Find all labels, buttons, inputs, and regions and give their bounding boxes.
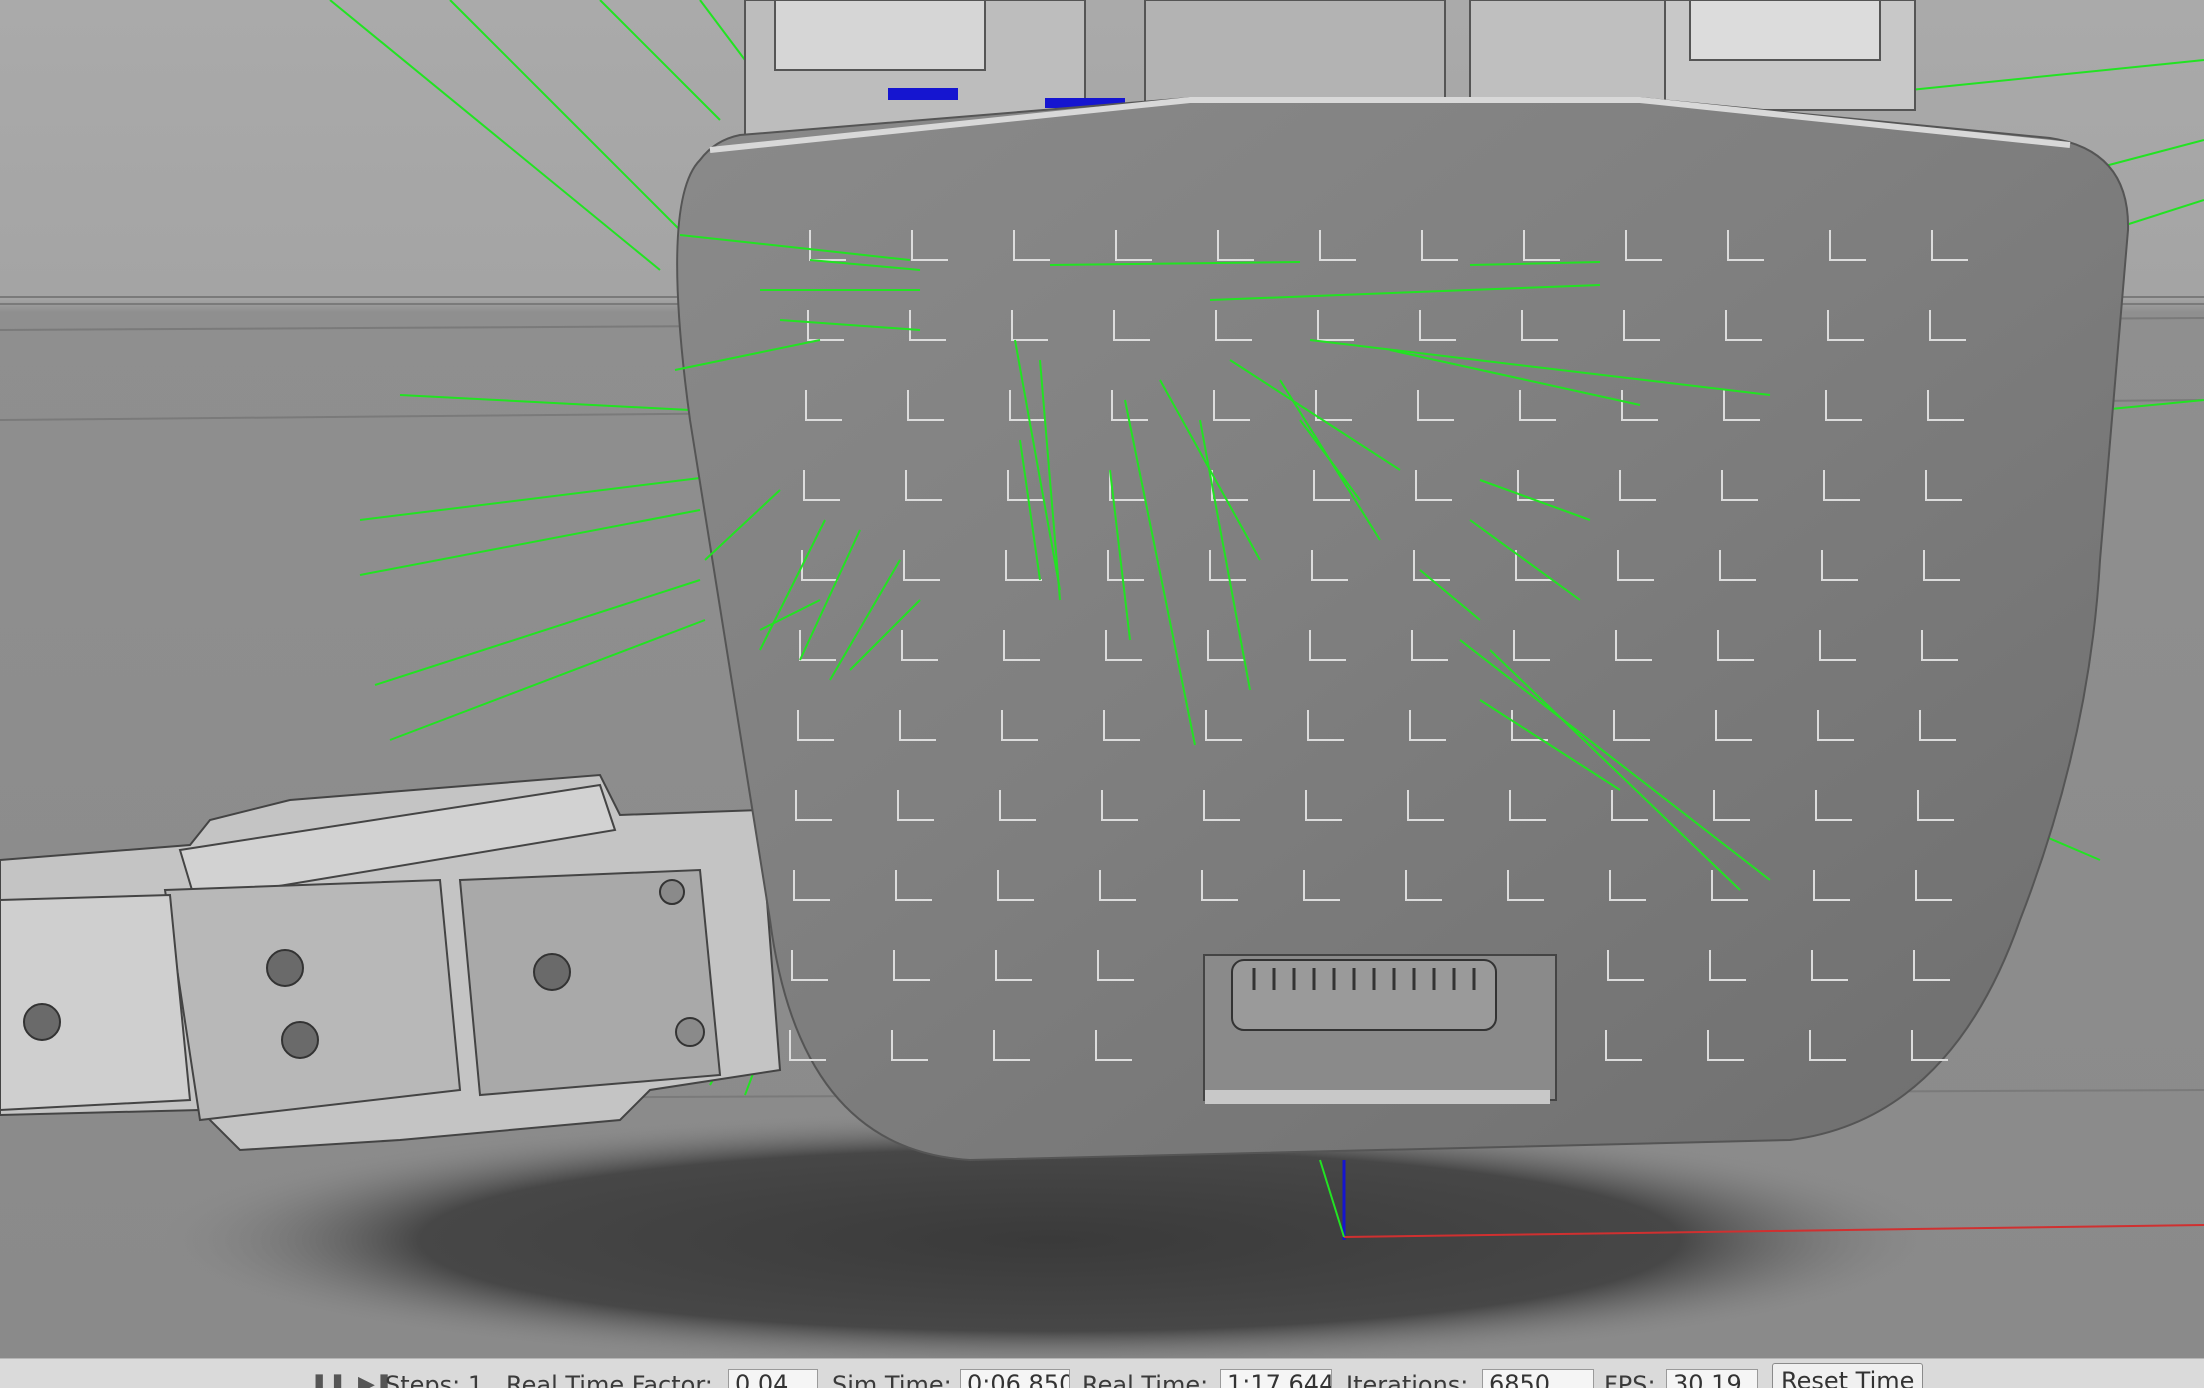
fps-value: 30.19 [1666, 1369, 1758, 1388]
palm-plate [676, 97, 2130, 1162]
iterations-value: 6850 [1482, 1369, 1594, 1388]
real-time-factor-value: 0.04 [728, 1369, 818, 1388]
sim-time-label: Sim Time: [832, 1371, 952, 1388]
3d-scene-viewport[interactable] [0, 0, 2204, 1358]
sim-time-value: 0:06.850 [960, 1369, 1070, 1388]
status-bar: ❚❚ ▶❚ Steps: 1 Real Time Factor: 0.04 Si… [0, 1358, 2204, 1388]
real-time-value: 1:17.644 [1220, 1369, 1332, 1388]
iterations-label: Iterations: [1346, 1371, 1469, 1388]
fps-label: FPS: [1604, 1371, 1656, 1388]
reset-time-button[interactable]: Reset Time [1772, 1363, 1924, 1388]
real-time-factor-label: Real Time Factor: [506, 1371, 713, 1388]
pause-icon[interactable]: ❚❚ [310, 1373, 347, 1388]
real-time-label: Real Time: [1082, 1371, 1209, 1388]
steps-label: Steps: 1 [385, 1371, 484, 1388]
